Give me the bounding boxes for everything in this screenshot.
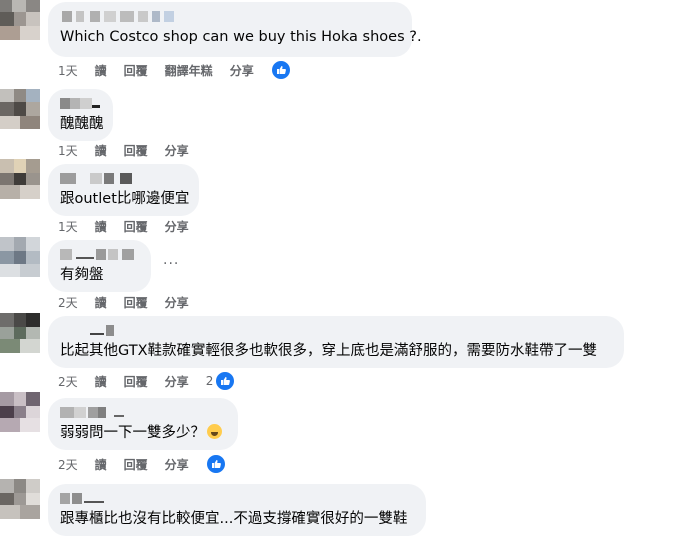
share-button[interactable]: 分享 <box>165 218 189 235</box>
read-button[interactable]: 讀 <box>95 456 107 473</box>
comment-text: Which Costco shop can we buy this Hoka s… <box>60 29 422 45</box>
read-button[interactable]: 讀 <box>95 218 107 235</box>
more-options-button[interactable]: ··· <box>163 256 179 272</box>
comment-text: 弱弱問一下一雙多少？ <box>60 424 226 443</box>
avatar[interactable] <box>0 479 40 519</box>
comment-actions: 2天 讀 回覆 分享 2 <box>58 371 236 391</box>
share-button[interactable]: 分享 <box>165 456 189 473</box>
commenter-name-redacted[interactable] <box>60 491 414 506</box>
comment-time[interactable]: 1天 <box>58 218 78 235</box>
thumbs-up-icon <box>215 371 236 391</box>
comment-actions: 1天 讀 回覆 翻譯年糕 分享 <box>58 60 291 80</box>
avatar[interactable] <box>0 392 40 432</box>
comment-text: 跟專櫃比也沒有比較便宜...不過支撐確實很好的一雙鞋 <box>60 511 408 527</box>
commenter-name-redacted[interactable] <box>60 9 400 24</box>
read-button[interactable]: 讀 <box>95 294 107 311</box>
reply-button[interactable]: 回覆 <box>124 456 148 473</box>
avatar[interactable] <box>0 237 40 277</box>
avatar[interactable] <box>0 0 40 40</box>
read-button[interactable]: 讀 <box>95 373 107 390</box>
comment-bubble: 跟專櫃比也沒有比較便宜...不過支撐確實很好的一雙鞋 <box>48 484 426 536</box>
commenter-name-redacted[interactable] <box>60 323 612 338</box>
avatar[interactable] <box>0 89 40 129</box>
comment-text: 醜醜醜 <box>60 116 104 132</box>
comment-text: 比起其他GTX鞋款確實輕很多也軟很多，穿上底也是滿舒服的，需要防水鞋帶了一雙 <box>60 343 598 359</box>
share-button[interactable]: 分享 <box>230 62 254 79</box>
reply-button[interactable]: 回覆 <box>124 294 148 311</box>
comment-actions: 2天 讀 回覆 分享 <box>58 293 206 311</box>
avatar[interactable] <box>0 159 40 199</box>
comment-bubble: 比起其他GTX鞋款確實輕很多也軟很多，穿上底也是滿舒服的，需要防水鞋帶了一雙 <box>48 316 624 368</box>
comment-bubble: 醜醜醜 <box>48 89 113 141</box>
reaction-count[interactable]: 2 <box>206 371 236 391</box>
read-button[interactable]: 讀 <box>95 62 107 79</box>
share-button[interactable]: 分享 <box>165 294 189 311</box>
laughing-emoji-icon <box>207 424 222 439</box>
comment-actions: 1天 讀 回覆 分享 <box>58 217 206 235</box>
commenter-name-redacted[interactable] <box>60 405 226 420</box>
translate-button[interactable]: 翻譯年糕 <box>165 62 213 79</box>
comment-text: 跟outlet比哪邊便宜 <box>60 191 190 207</box>
share-button[interactable]: 分享 <box>165 142 189 159</box>
commenter-name-redacted[interactable] <box>60 96 101 111</box>
commenter-name-redacted[interactable] <box>60 247 139 262</box>
comment-actions: 2天 讀 回覆 分享 <box>58 454 226 474</box>
comment-actions: 1天 讀 回覆 分享 <box>58 141 206 159</box>
like-count: 2 <box>205 374 214 388</box>
thumbs-up-icon[interactable] <box>205 454 226 474</box>
reply-button[interactable]: 回覆 <box>124 142 148 159</box>
comment-time[interactable]: 2天 <box>58 373 78 390</box>
read-button[interactable]: 讀 <box>95 142 107 159</box>
reply-button[interactable]: 回覆 <box>124 62 148 79</box>
comment-text-content: 弱弱問一下一雙多少？ <box>60 425 205 441</box>
reply-button[interactable]: 回覆 <box>124 373 148 390</box>
comment-bubble: 有夠盤 <box>48 240 151 292</box>
comment-bubble: Which Costco shop can we buy this Hoka s… <box>48 2 422 57</box>
comment-time[interactable]: 2天 <box>58 456 78 473</box>
comment-bubble: 跟outlet比哪邊便宜 <box>48 164 199 216</box>
comment-bubble: 弱弱問一下一雙多少？ <box>48 398 238 450</box>
comment-text: 有夠盤 <box>60 267 104 283</box>
comment-time[interactable]: 2天 <box>58 294 78 311</box>
comment-time[interactable]: 1天 <box>58 142 78 159</box>
avatar[interactable] <box>0 313 40 353</box>
commenter-name-redacted[interactable] <box>60 171 187 186</box>
comment-time[interactable]: 1天 <box>58 62 78 79</box>
share-button[interactable]: 分享 <box>165 373 189 390</box>
thumbs-up-icon[interactable] <box>270 60 291 80</box>
reply-button[interactable]: 回覆 <box>124 218 148 235</box>
